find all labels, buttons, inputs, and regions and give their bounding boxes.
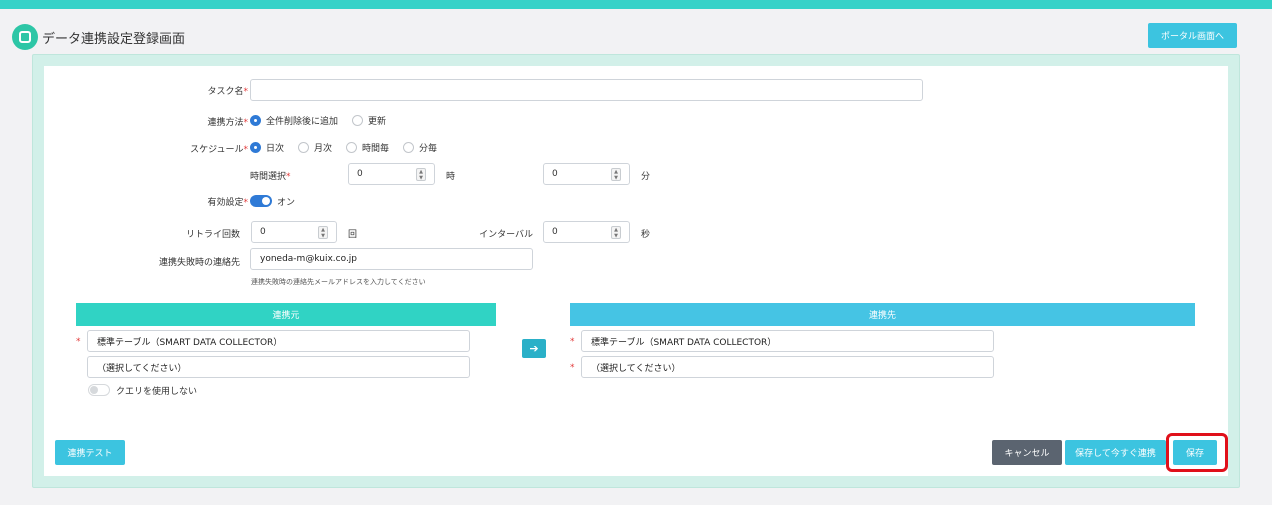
task-name-input[interactable] (250, 79, 923, 101)
radio-schedule-monthly[interactable]: 月次 (298, 141, 332, 154)
contact-label: 連携失敗時の連絡先 (158, 258, 240, 268)
method-label: 連携方法* (207, 118, 248, 128)
radio-on-icon (250, 142, 261, 153)
radio-on-icon (250, 115, 261, 126)
task-name-label: タスク名* (207, 87, 248, 97)
contact-email-input[interactable]: yoneda-m@kuix.co.jp (250, 248, 533, 270)
app-logo-icon (12, 24, 38, 50)
page-title: データ連携設定登録画面 (42, 31, 186, 47)
connection-test-button[interactable]: 連携テスト (55, 440, 125, 465)
radio-method-full[interactable]: 全件削除後に追加 (250, 114, 338, 127)
contact-hint: 連携失敗時の連絡先メールアドレスを入力してください (251, 278, 426, 286)
spinner-icon[interactable]: ▲ ▼ (416, 168, 426, 181)
radio-schedule-hourly[interactable]: 時間毎 (346, 141, 389, 154)
retry-stepper[interactable]: 0 ▲ ▼ (251, 221, 337, 243)
hour-unit: 時 (446, 172, 456, 182)
radio-off-icon (346, 142, 358, 153)
retry-label: リトライ回数 (185, 230, 240, 240)
spinner-icon[interactable]: ▲ ▼ (611, 168, 621, 181)
destination-object-required: * (570, 363, 575, 373)
hour-stepper[interactable]: 0 ▲ ▼ (348, 163, 435, 185)
enabled-label: 有効設定* (207, 198, 248, 208)
destination-table-required: * (570, 337, 575, 347)
destination-header: 連携先 (570, 303, 1195, 326)
interval-unit: 秒 (641, 230, 651, 240)
source-table-select[interactable]: 標準テーブル（SMART DATA COLLECTOR） (87, 330, 470, 352)
query-toggle[interactable] (88, 384, 110, 396)
source-table-required: * (76, 337, 81, 347)
minute-unit: 分 (641, 172, 651, 182)
transfer-arrow-button[interactable]: ➔ (522, 339, 546, 358)
enabled-toggle[interactable] (250, 195, 272, 207)
interval-label: インターバル (479, 230, 533, 240)
spinner-icon[interactable]: ▲ ▼ (318, 226, 328, 239)
radio-schedule-daily[interactable]: 日次 (250, 141, 284, 154)
source-header: 連携元 (76, 303, 496, 326)
radio-schedule-minutely[interactable]: 分毎 (403, 141, 437, 154)
schedule-label: スケジュール* (190, 145, 248, 155)
radio-off-icon (403, 142, 415, 153)
source-object-select[interactable]: （選択してください） (87, 356, 470, 378)
destination-table-select[interactable]: 標準テーブル（SMART DATA COLLECTOR） (581, 330, 994, 352)
page-header: データ連携設定登録画面 (12, 24, 185, 50)
minute-stepper[interactable]: 0 ▲ ▼ (543, 163, 630, 185)
interval-stepper[interactable]: 0 ▲ ▼ (543, 221, 630, 243)
top-bar (0, 0, 1272, 9)
portal-button[interactable]: ポータル画面へ (1148, 23, 1237, 48)
destination-object-select[interactable]: （選択してください） (581, 356, 994, 378)
method-radio-group: 全件削除後に追加 更新 (250, 114, 400, 127)
save-and-run-button[interactable]: 保存して今すぐ連携 (1065, 440, 1166, 465)
arrow-right-icon: ➔ (529, 342, 539, 355)
enabled-state: オン (277, 198, 296, 208)
radio-off-icon (298, 142, 310, 153)
radio-off-icon (352, 115, 364, 126)
schedule-radio-group: 日次 月次 時間毎 分毎 (250, 141, 451, 154)
query-toggle-label: クエリを使用しない (116, 387, 198, 397)
retry-unit: 回 (348, 230, 358, 240)
cancel-button[interactable]: キャンセル (992, 440, 1062, 465)
radio-method-update[interactable]: 更新 (352, 114, 386, 127)
time-select-label: 時間選択* (250, 172, 291, 182)
spinner-icon[interactable]: ▲ ▼ (611, 226, 621, 239)
save-highlight-box (1166, 433, 1228, 472)
